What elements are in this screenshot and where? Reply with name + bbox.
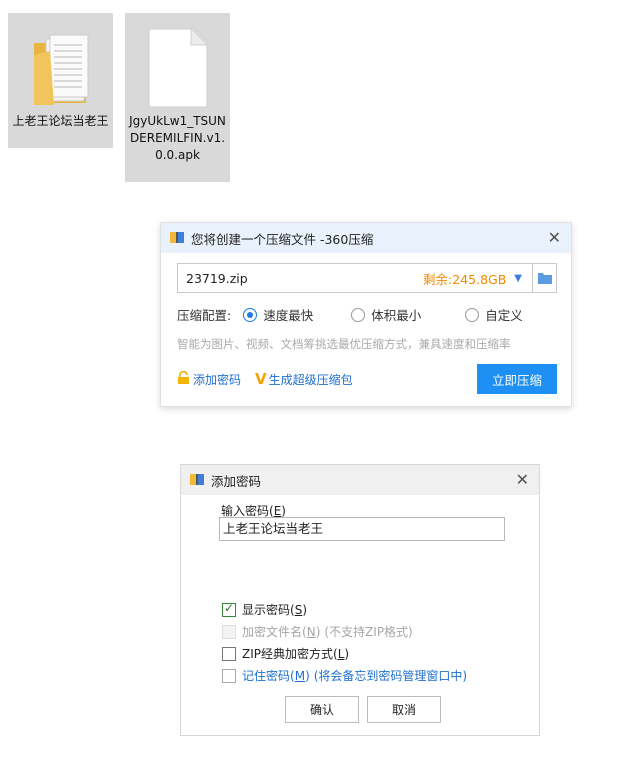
add-password-link[interactable]: 添加密码 [193, 371, 241, 388]
checkbox-icon[interactable] [222, 646, 236, 661]
folder-icon [8, 13, 113, 109]
confirm-button[interactable]: 确认 [285, 696, 359, 723]
encrypt-filenames-option: 加密文件名(N) (不支持ZIP格式) [222, 623, 413, 640]
desktop-folder-item[interactable]: 上老王论坛当老王 [8, 13, 113, 148]
free-space-label: 剩余:245.8GB [423, 271, 507, 287]
super-zip-link[interactable]: 生成超级压缩包 [269, 371, 353, 388]
radio-selected-icon[interactable] [243, 307, 258, 322]
checkbox-icon[interactable] [222, 668, 236, 683]
file-icon [125, 13, 230, 109]
dialog-title: 添加密码 [211, 473, 262, 489]
password-input[interactable]: 上老王论坛当老王 [219, 517, 505, 541]
compression-hint: 智能为图片、视频、文档筹挑选最优压缩方式，兼具速度和压缩率 [177, 337, 511, 351]
archive-filename[interactable]: 23719.zip [186, 271, 423, 286]
compression-config-row: 压缩配置: 速度最快 体积最小 自定义 [177, 305, 557, 324]
browse-folder-icon[interactable] [532, 264, 556, 292]
config-label: 压缩配置: [177, 308, 232, 323]
desktop-apk-item[interactable]: JgyUkLw1_TSUNDEREMILFIN.v1.0.0.apk [125, 13, 230, 182]
cancel-button[interactable]: 取消 [367, 696, 441, 723]
archive-app-icon [169, 229, 185, 248]
dialog-titlebar: 您将创建一个压缩文件 -360压缩 ✕ [161, 223, 571, 253]
archive-app-icon [189, 471, 205, 490]
option-fastest[interactable]: 速度最快 [243, 305, 351, 324]
add-password-dialog: 添加密码 ✕ 输入密码(E) 上老王论坛当老王 显示密码(S) 加密文件名(N)… [180, 464, 540, 736]
option-smallest[interactable]: 体积最小 [351, 305, 465, 324]
remember-password-option[interactable]: 记住密码(M) (将会备忘到密码管理窗口中) [222, 667, 467, 684]
close-icon[interactable]: ✕ [548, 230, 561, 246]
zip-classic-encryption-option[interactable]: ZIP经典加密方式(L) [222, 645, 349, 662]
create-archive-dialog: 您将创建一个压缩文件 -360压缩 ✕ 23719.zip 剩余:245.8GB… [160, 222, 572, 407]
apk-label: JgyUkLw1_TSUNDEREMILFIN.v1.0.0.apk [129, 114, 226, 162]
radio-icon[interactable] [465, 307, 480, 322]
archive-path-field[interactable]: 23719.zip 剩余:245.8GB ▼ [177, 263, 557, 293]
option-custom[interactable]: 自定义 [465, 305, 523, 324]
extra-options-row: 添加密码 V 生成超级压缩包 [177, 370, 353, 388]
close-icon[interactable]: ✕ [516, 472, 529, 488]
lock-icon [177, 370, 190, 387]
checkbox-disabled-icon [222, 624, 236, 639]
radio-icon[interactable] [351, 307, 366, 322]
dialog-title: 您将创建一个压缩文件 -360压缩 [191, 231, 374, 247]
checkbox-checked-icon[interactable] [222, 601, 236, 617]
super-zip-v-icon: V [255, 370, 267, 388]
dropdown-arrow-icon[interactable]: ▼ [514, 273, 522, 284]
compress-now-button[interactable]: 立即压缩 [477, 364, 557, 394]
folder-label: 上老王论坛当老王 [12, 114, 109, 128]
show-password-option[interactable]: 显示密码(S) [222, 601, 307, 618]
dialog-titlebar: 添加密码 ✕ [181, 465, 539, 495]
